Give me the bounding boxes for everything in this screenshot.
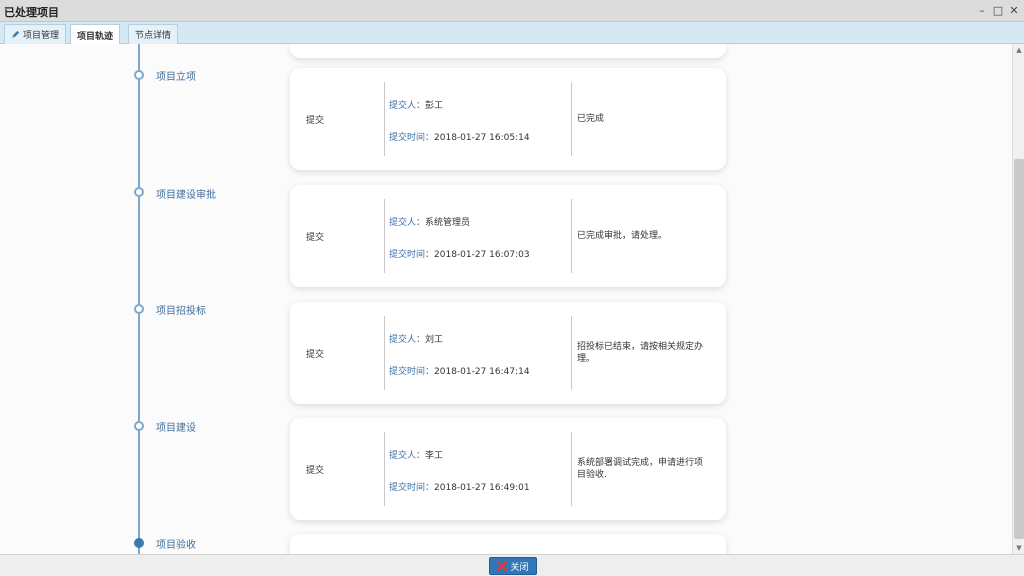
stage-label: 项目招投标 [156,306,206,317]
scroll-thumb[interactable] [1014,159,1024,539]
card-remark: 已完成审批，请处理。 [577,231,668,241]
tab-node-details[interactable]: 节点详情 [128,24,179,44]
card-remark: 招投标已结束，请按相关规定办理。 [577,342,704,364]
timeline-card: 提交 提交人：李工 提交时间：2018-01-27 16:49:01 系统部署调… [290,418,726,520]
submitter-value: 李工 [425,451,444,461]
card-divider [571,199,572,273]
time-key: 提交时间： [389,250,435,260]
card-divider [384,199,385,273]
window-controls: – □ ✕ [976,3,1020,17]
timeline-card-partial [290,534,726,554]
card-action: 提交 [306,465,325,476]
time-key: 提交时间： [389,133,435,143]
time-value: 2018-01-27 16:07:03 [434,250,530,260]
timeline-card: 提交 提交人：刘工 提交时间：2018-01-27 16:47:14 招投标已结… [290,302,726,404]
timeline-dot [134,304,144,314]
submitter-key: 提交人： [389,451,426,461]
submitter-value: 彭工 [425,101,444,111]
timeline-dot [134,187,144,197]
timeline-dot [134,70,144,80]
minimize-icon[interactable]: – [976,3,988,17]
submitter-key: 提交人： [389,218,426,228]
maximize-icon[interactable]: □ [992,3,1004,17]
card-divider [571,82,572,156]
footer-bar: 关闭 [0,554,1024,576]
stage-label: 项目建设审批 [156,190,216,201]
card-divider [384,316,385,390]
timeline-line [138,44,140,554]
card-action: 提交 [306,349,325,360]
timeline-card: 提交 提交人：彭工 提交时间：2018-01-27 16:05:14 已完成 [290,68,726,170]
tab-project-management[interactable]: 项目管理 [4,24,67,44]
stage-label: 项目立项 [156,72,196,83]
stage-label: 项目建设 [156,423,196,434]
card-remark: 系统部署调试完成，申请进行项目验收. [577,458,704,480]
tab-project-track[interactable]: 项目轨迹 [70,24,121,45]
tab-label: 节点详情 [135,31,172,41]
window-title: 已处理项目 [4,6,59,19]
time-key: 提交时间： [389,483,435,493]
pencil-icon [11,30,20,39]
card-divider [571,316,572,390]
card-submitter-row: 提交人：彭工 [389,98,443,111]
submitter-key: 提交人： [389,335,426,345]
timeline-panel: 项目立项 提交 提交人：彭工 提交时间：2018-01-27 16:05:14 … [0,44,1012,554]
scroll-down-icon[interactable]: ▼ [1013,542,1024,554]
card-submitter-row: 提交人：李工 [389,448,443,461]
close-window-icon[interactable]: ✕ [1008,3,1020,17]
card-divider [571,432,572,506]
submitter-value: 刘工 [425,335,444,345]
card-submitter-row: 提交人：刘工 [389,332,443,345]
timeline-dot [134,421,144,431]
window-titlebar: 已处理项目 – □ ✕ [0,0,1024,22]
time-value: 2018-01-27 16:47:14 [434,367,530,377]
time-value: 2018-01-27 16:05:14 [434,133,530,143]
close-button[interactable]: 关闭 [489,557,537,575]
vertical-scrollbar[interactable]: ▲ ▼ [1012,44,1024,554]
card-divider [384,82,385,156]
scroll-up-icon[interactable]: ▲ [1013,44,1024,56]
card-time-row: 提交时间：2018-01-27 16:07:03 [389,247,530,260]
card-time-row: 提交时间：2018-01-27 16:05:14 [389,130,530,143]
stage-label: 项目验收 [156,540,196,551]
tab-label: 项目管理 [23,31,60,41]
card-time-row: 提交时间：2018-01-27 16:49:01 [389,480,530,493]
time-value: 2018-01-27 16:49:01 [434,483,530,493]
card-divider [384,432,385,506]
close-x-icon [497,561,508,571]
submitter-key: 提交人： [389,101,426,111]
submitter-value: 系统管理员 [425,218,471,228]
timeline-card-partial [290,44,726,58]
close-button-label: 关闭 [510,562,529,573]
tab-bar: 项目管理 项目轨迹 节点详情 [0,22,1024,45]
card-time-row: 提交时间：2018-01-27 16:47:14 [389,364,530,377]
card-action: 提交 [306,115,325,126]
card-remark: 已完成 [577,114,605,124]
timeline-dot-current [134,538,144,548]
timeline-card: 提交 提交人：系统管理员 提交时间：2018-01-27 16:07:03 已完… [290,185,726,287]
card-submitter-row: 提交人：系统管理员 [389,215,470,228]
tab-label: 项目轨迹 [77,31,114,42]
time-key: 提交时间： [389,367,435,377]
card-action: 提交 [306,232,325,243]
